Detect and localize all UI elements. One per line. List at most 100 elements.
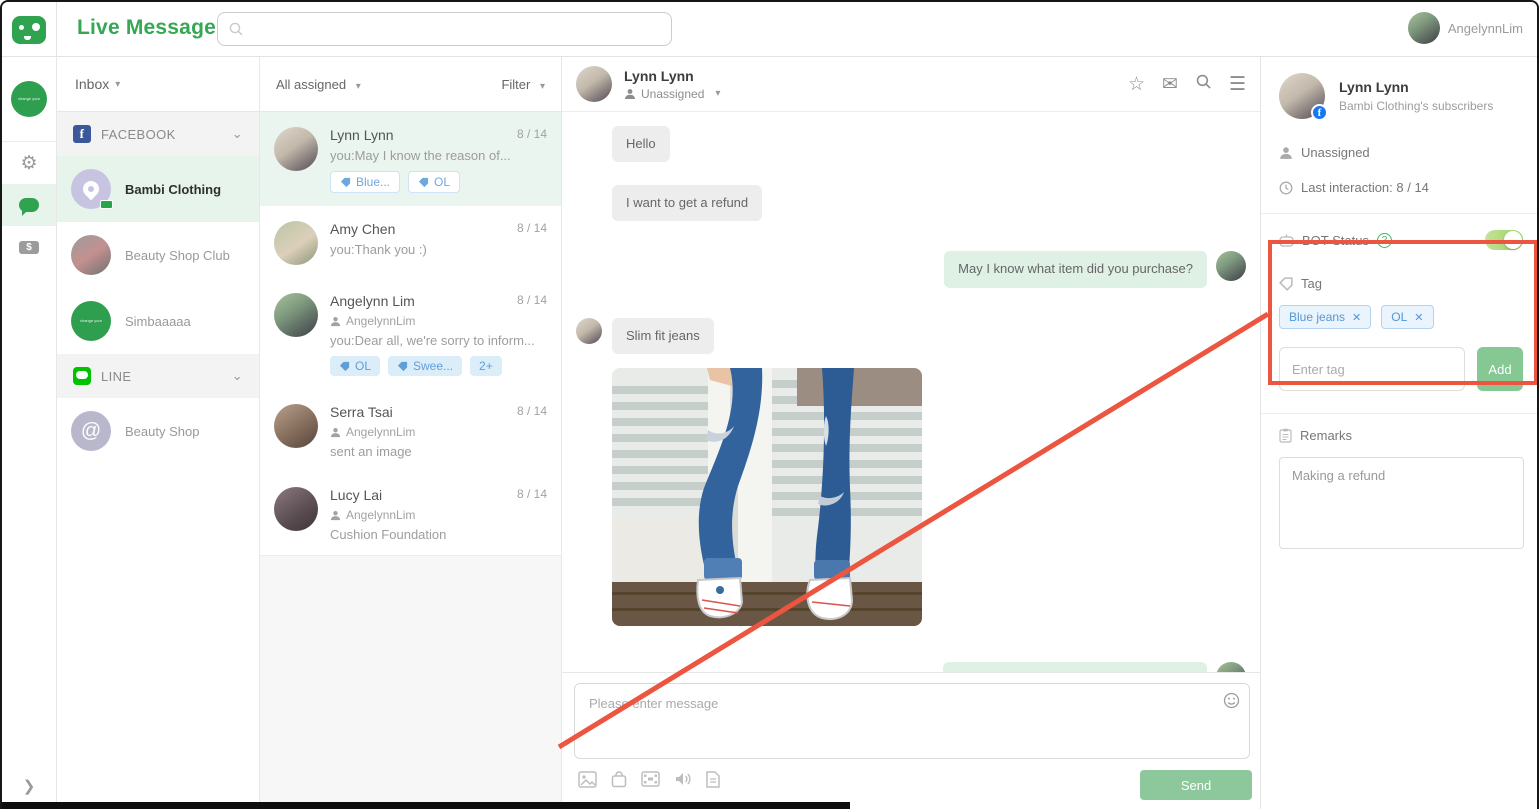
inbox-column: Inbox▾ f FACEBOOK ⌄ Bambi Clothing Beaut…	[57, 57, 260, 809]
remarks-textarea[interactable]: Making a refund	[1279, 457, 1524, 549]
conversation-preview: sent an image	[330, 444, 547, 459]
audio-attachment-icon[interactable]	[674, 771, 692, 793]
tag-pill[interactable]: Blue...	[330, 171, 400, 193]
rail-item-billing[interactable]: $	[2, 226, 56, 268]
assignment-dropdown[interactable]: Unassigned▾	[624, 87, 720, 101]
tag-pill[interactable]: OL	[330, 356, 380, 376]
live-message-app: Live Message AngelynnLim change your ⚙ $…	[0, 0, 1539, 809]
clock-icon	[1279, 181, 1293, 195]
tag-icon	[397, 361, 408, 372]
section-line[interactable]: LINE ⌄	[57, 354, 259, 398]
avatar	[274, 221, 318, 265]
rail-item-chat[interactable]	[2, 184, 56, 226]
inbox-page-beauty-shop[interactable]: @ Beauty Shop	[57, 398, 259, 464]
filter-dropdown[interactable]: Filter ▾	[501, 77, 545, 92]
chat-header: Lynn Lynn Unassigned▾ ☆ ✉ ☰	[562, 57, 1260, 112]
conversation-name: Amy Chen	[330, 221, 395, 237]
assignee-name: AngelynnLim	[346, 508, 415, 522]
conversation-serra-tsai[interactable]: Serra Tsai 8 / 14 AngelynnLim sent an ima…	[260, 389, 561, 472]
top-bar: Live Message AngelynnLim	[2, 2, 1537, 57]
conversation-lucy-lai[interactable]: Lucy Lai8 / 14 AngelynnLim Cushion Found…	[260, 472, 561, 555]
conversation-amy-chen[interactable]: Amy Chen8 / 14 you:Thank you :)	[260, 206, 561, 278]
tag-icon	[340, 177, 351, 188]
contact-subtitle: Bambi Clothing's subscribers	[1339, 99, 1493, 113]
inbox-page-beauty-shop-club[interactable]: Beauty Shop Club	[57, 222, 259, 288]
send-button[interactable]: Send	[1140, 770, 1252, 800]
person-icon	[330, 316, 341, 327]
inbox-label: Inbox	[75, 76, 109, 92]
add-tag-button[interactable]: Add	[1477, 347, 1523, 391]
incoming-message: I want to get a refund	[612, 185, 762, 221]
conversation-lynn-lynn[interactable]: Lynn Lynn8 / 14 you:May I know the reaso…	[260, 112, 561, 206]
remove-tag-icon[interactable]: ✕	[1352, 311, 1361, 324]
search-input[interactable]	[252, 22, 661, 37]
page-name: Beauty Shop	[125, 424, 199, 439]
bot-status-toggle[interactable]	[1485, 230, 1523, 250]
assignee-name: AngelynnLim	[346, 425, 415, 439]
star-icon[interactable]: ☆	[1128, 75, 1145, 94]
conversation-time: 8 / 14	[517, 404, 547, 420]
avatar	[274, 293, 318, 337]
conversation-name: Lynn Lynn	[330, 127, 394, 143]
avatar: @	[71, 411, 111, 451]
conversation-preview: you:May I know the reason of...	[330, 148, 547, 163]
tag-pill-blue-jeans[interactable]: Blue jeans✕	[1279, 305, 1371, 329]
page-name: Simbaaaaa	[125, 314, 191, 329]
page-name: Bambi Clothing	[125, 182, 221, 197]
conversation-time: 8 / 14	[517, 293, 547, 309]
message-input[interactable]	[575, 684, 1249, 758]
video-attachment-icon[interactable]	[641, 771, 660, 793]
avatar	[1408, 12, 1440, 44]
inbox-page-simbaaaaa[interactable]: change your Simbaaaaa	[57, 288, 259, 354]
conversation-name: Serra Tsai	[330, 404, 393, 420]
inbox-dropdown[interactable]: Inbox▾	[57, 57, 259, 112]
emoji-icon[interactable]	[1223, 692, 1240, 714]
assignee-name: AngelynnLim	[346, 314, 415, 328]
tag-pill[interactable]: Swee...	[388, 356, 462, 376]
avatar	[71, 235, 111, 275]
remove-tag-icon[interactable]: ✕	[1414, 311, 1423, 324]
avatar	[1216, 251, 1246, 281]
tag-overflow-pill[interactable]: 2+	[470, 356, 502, 376]
tag-icon	[418, 177, 429, 188]
bot-icon	[1279, 234, 1294, 247]
conversation-preview: you:Dear all, we're sorry to inform...	[330, 333, 547, 348]
expand-chevron-icon[interactable]: ❯	[2, 777, 56, 795]
global-search[interactable]	[217, 12, 672, 46]
tag-pill-ol[interactable]: OL✕	[1381, 305, 1433, 329]
section-label: FACEBOOK	[101, 127, 176, 142]
tag-icon	[339, 361, 350, 372]
workspace-avatar[interactable]: change your	[11, 81, 47, 117]
robot-logo-icon	[12, 16, 46, 44]
contact-name: Lynn Lynn	[1339, 79, 1493, 95]
facebook-icon: f	[73, 125, 91, 143]
conversation-angelynn-lim[interactable]: Angelynn Lim8 / 14 AngelynnLim you:Dear …	[260, 278, 561, 389]
image-attachment-icon[interactable]	[578, 771, 597, 793]
chevron-down-icon: ▾	[540, 81, 545, 92]
assigned-filter-dropdown[interactable]: All assigned ▾	[276, 77, 361, 92]
conversation-list: All assigned ▾ Filter ▾ Lynn Lynn8 / 14 …	[260, 57, 562, 809]
inbox-page-bambi-clothing[interactable]: Bambi Clothing	[57, 156, 259, 222]
person-icon	[330, 510, 341, 521]
avatar: change your	[71, 301, 111, 341]
section-label: LINE	[101, 369, 132, 384]
section-facebook[interactable]: f FACEBOOK ⌄	[57, 112, 259, 156]
chat-contact-name: Lynn Lynn	[624, 68, 720, 84]
rail-item-settings[interactable]: ⚙	[2, 142, 56, 184]
enter-tag-input[interactable]	[1279, 347, 1465, 391]
help-icon[interactable]: ?	[1377, 233, 1392, 248]
envelope-icon[interactable]: ✉	[1162, 75, 1178, 94]
chat-pane: Lynn Lynn Unassigned▾ ☆ ✉ ☰ Hello I want…	[562, 57, 1260, 809]
bag-attachment-icon[interactable]	[611, 771, 627, 793]
app-logo[interactable]	[2, 2, 57, 57]
message-image-jeans[interactable]	[612, 368, 922, 626]
file-attachment-icon[interactable]	[706, 771, 720, 793]
current-user-name: AngelynnLim	[1448, 21, 1523, 36]
avatar	[71, 169, 111, 209]
page-name: Beauty Shop Club	[125, 248, 230, 263]
current-user[interactable]: AngelynnLim	[1408, 12, 1523, 44]
chevron-down-icon: ▾	[715, 88, 720, 99]
search-conversation-icon[interactable]	[1195, 73, 1212, 95]
tag-pill[interactable]: OL	[408, 171, 460, 193]
menu-icon[interactable]: ☰	[1229, 75, 1246, 94]
